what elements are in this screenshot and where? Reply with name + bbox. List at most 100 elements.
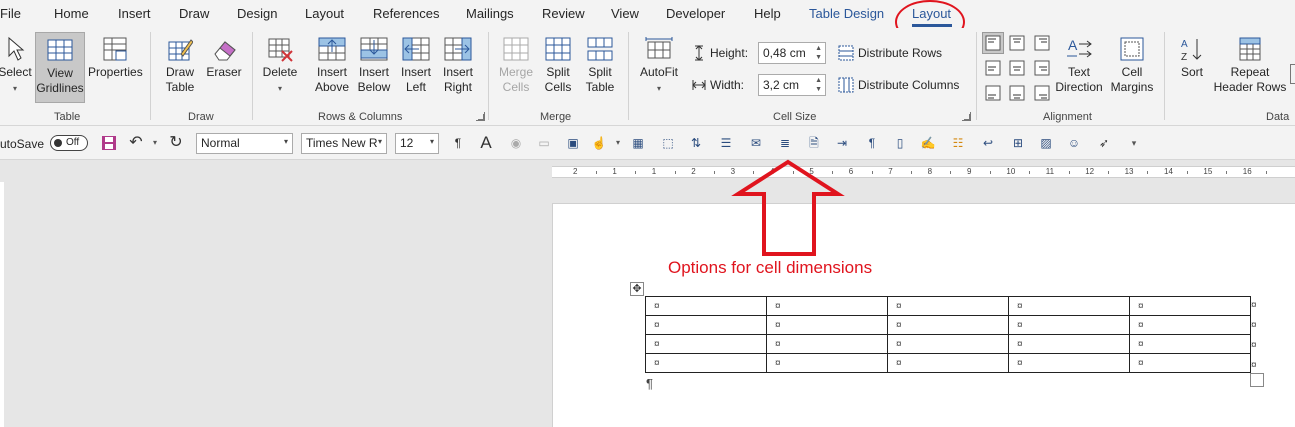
- blank-page-icon[interactable]: ▯: [892, 135, 908, 151]
- font-color-icon[interactable]: A: [478, 134, 494, 151]
- spin-down-icon[interactable]: ▼: [815, 54, 822, 62]
- text-box-icon[interactable]: ▣: [565, 135, 581, 151]
- align-top-center-button[interactable]: [1007, 33, 1027, 53]
- draw-table-button[interactable]: Draw Table: [160, 36, 200, 95]
- tab-help[interactable]: Help: [754, 6, 781, 21]
- bullets-icon[interactable]: ☷: [950, 135, 966, 151]
- list-icon[interactable]: ☰: [718, 135, 734, 151]
- table-cell[interactable]: ¤: [887, 296, 1009, 316]
- autofit-button[interactable]: AutoFit ▾: [636, 36, 682, 96]
- import-icon[interactable]: ⇥: [834, 135, 850, 151]
- redo-icon[interactable]: ↻: [168, 135, 184, 151]
- insert-left-button[interactable]: Insert Left: [396, 36, 436, 95]
- tab-view[interactable]: View: [611, 6, 639, 21]
- tab-developer[interactable]: Developer: [666, 6, 725, 21]
- signature-icon[interactable]: ✍: [920, 135, 936, 151]
- table-cell[interactable]: ¤: [1008, 296, 1130, 316]
- width-input[interactable]: 3,2 cm ▲ ▼: [758, 74, 826, 96]
- autosave-toggle[interactable]: Off: [50, 135, 88, 151]
- tab-table-design[interactable]: Table Design: [809, 6, 884, 21]
- document-icon[interactable]: 🗎: [806, 135, 822, 151]
- font-size-dropdown[interactable]: 12 ▾: [395, 133, 439, 154]
- table-cell[interactable]: ¤: [1008, 353, 1130, 373]
- distribute-rows-button[interactable]: Distribute Rows: [838, 45, 942, 61]
- contact-icon[interactable]: ☺: [1066, 135, 1082, 151]
- align-middle-right-button[interactable]: [1032, 58, 1052, 78]
- table-cell[interactable]: ¤: [887, 315, 1009, 335]
- style-dropdown[interactable]: Normal ▾: [196, 133, 293, 154]
- insert-table-icon[interactable]: ▦: [630, 135, 646, 151]
- table-cell[interactable]: ¤: [645, 296, 767, 316]
- cell-size-launcher-icon[interactable]: [962, 112, 971, 121]
- spin-down-icon[interactable]: ▼: [815, 86, 822, 94]
- document-table[interactable]: ¤ ¤ ¤ ¤ ¤ ¤ ¤ ¤ ¤ ¤ ¤ ¤ ¤ ¤ ¤ ¤ ¤ ¤ ¤ ¤: [645, 296, 1251, 373]
- truncated-button[interactable]: [1290, 64, 1295, 84]
- pilcrow-icon[interactable]: ¶: [864, 135, 880, 151]
- properties-button[interactable]: Properties: [88, 36, 143, 80]
- insert-right-button[interactable]: Insert Right: [438, 36, 478, 95]
- merge-cells-button[interactable]: Merge Cells: [496, 36, 536, 95]
- bookmark-icon[interactable]: ▭: [536, 135, 552, 151]
- tab-references[interactable]: References: [373, 6, 439, 21]
- tab-mailings[interactable]: Mailings: [466, 6, 514, 21]
- save-icon[interactable]: [101, 135, 117, 151]
- sort-button[interactable]: AZ Sort: [1172, 36, 1212, 80]
- distribute-columns-button[interactable]: Distribute Columns: [838, 77, 959, 93]
- paragraph-marks-icon[interactable]: ¶: [450, 135, 466, 151]
- repeat-header-rows-button[interactable]: Repeat Header Rows: [1212, 36, 1288, 95]
- table-cell[interactable]: ¤: [1008, 334, 1130, 354]
- table-cell[interactable]: ¤: [1129, 315, 1251, 335]
- view-gridlines-button[interactable]: View Gridlines: [35, 32, 85, 103]
- table-cell[interactable]: ¤: [1129, 353, 1251, 373]
- spin-up-icon[interactable]: ▲: [815, 77, 822, 85]
- rows-columns-launcher-icon[interactable]: [476, 112, 485, 121]
- font-dropdown[interactable]: Times New R ▾: [301, 133, 387, 154]
- table-cell[interactable]: ¤: [645, 315, 767, 335]
- sort-icon[interactable]: ⇅: [688, 135, 704, 151]
- tab-review[interactable]: Review: [542, 6, 585, 21]
- table-cell[interactable]: ¤: [1129, 334, 1251, 354]
- tab-page-layout[interactable]: Layout: [305, 6, 344, 21]
- eraser-button[interactable]: Eraser: [204, 36, 244, 80]
- selection-icon[interactable]: ⬚: [660, 135, 676, 151]
- tab-insert[interactable]: Insert: [118, 6, 151, 21]
- table-cell[interactable]: ¤: [1129, 296, 1251, 316]
- undo-icon[interactable]: ↶: [128, 135, 144, 151]
- spin-up-icon[interactable]: ▲: [815, 45, 822, 53]
- table-cell[interactable]: ¤: [766, 334, 888, 354]
- align-bottom-center-button[interactable]: [1007, 83, 1027, 103]
- table-cell[interactable]: ¤: [645, 353, 767, 373]
- height-input[interactable]: 0,48 cm ▲ ▼: [758, 42, 826, 64]
- tab-design[interactable]: Design: [237, 6, 277, 21]
- pointer-icon[interactable]: ➶: [1096, 135, 1112, 151]
- table-cell[interactable]: ¤: [887, 353, 1009, 373]
- table-cell[interactable]: ¤: [1008, 315, 1130, 335]
- line-spacing-icon[interactable]: ≣: [777, 135, 793, 151]
- image-icon[interactable]: ▨: [1038, 135, 1054, 151]
- horizontal-ruler[interactable]: 2 1 1 2 3 4 5 6 7 8 9 10 11 12 13 14 15 16: [552, 166, 1295, 178]
- align-bottom-left-button[interactable]: [983, 83, 1003, 103]
- insert-above-button[interactable]: Insert Above: [312, 36, 352, 95]
- table-cell[interactable]: ¤: [766, 353, 888, 373]
- select-button[interactable]: Select ▾: [0, 36, 32, 96]
- record-icon[interactable]: ◉: [508, 135, 524, 151]
- chevron-down-icon[interactable]: ▾: [610, 135, 626, 151]
- align-bottom-right-button[interactable]: [1032, 83, 1052, 103]
- split-table-button[interactable]: Split Table: [580, 36, 620, 95]
- text-direction-button[interactable]: A Text Direction: [1054, 36, 1104, 95]
- split-cells-button[interactable]: Split Cells: [538, 36, 578, 95]
- align-middle-center-button[interactable]: [1007, 58, 1027, 78]
- tab-home[interactable]: Home: [54, 6, 89, 21]
- tab-draw[interactable]: Draw: [179, 6, 209, 21]
- reply-icon[interactable]: ↩: [980, 135, 996, 151]
- table-resize-handle[interactable]: [1250, 373, 1264, 387]
- table-cell[interactable]: ¤: [645, 334, 767, 354]
- undo-dropdown-icon[interactable]: ▾: [147, 135, 163, 151]
- touch-mode-icon[interactable]: ☝: [591, 135, 607, 151]
- align-middle-left-button[interactable]: [983, 58, 1003, 78]
- align-top-left-button[interactable]: [982, 32, 1004, 54]
- customize-toolbar-icon[interactable]: ▾: [1126, 135, 1142, 151]
- tab-file[interactable]: File: [0, 6, 21, 21]
- delete-button[interactable]: Delete ▾: [260, 36, 300, 96]
- envelope-icon[interactable]: ✉: [748, 135, 764, 151]
